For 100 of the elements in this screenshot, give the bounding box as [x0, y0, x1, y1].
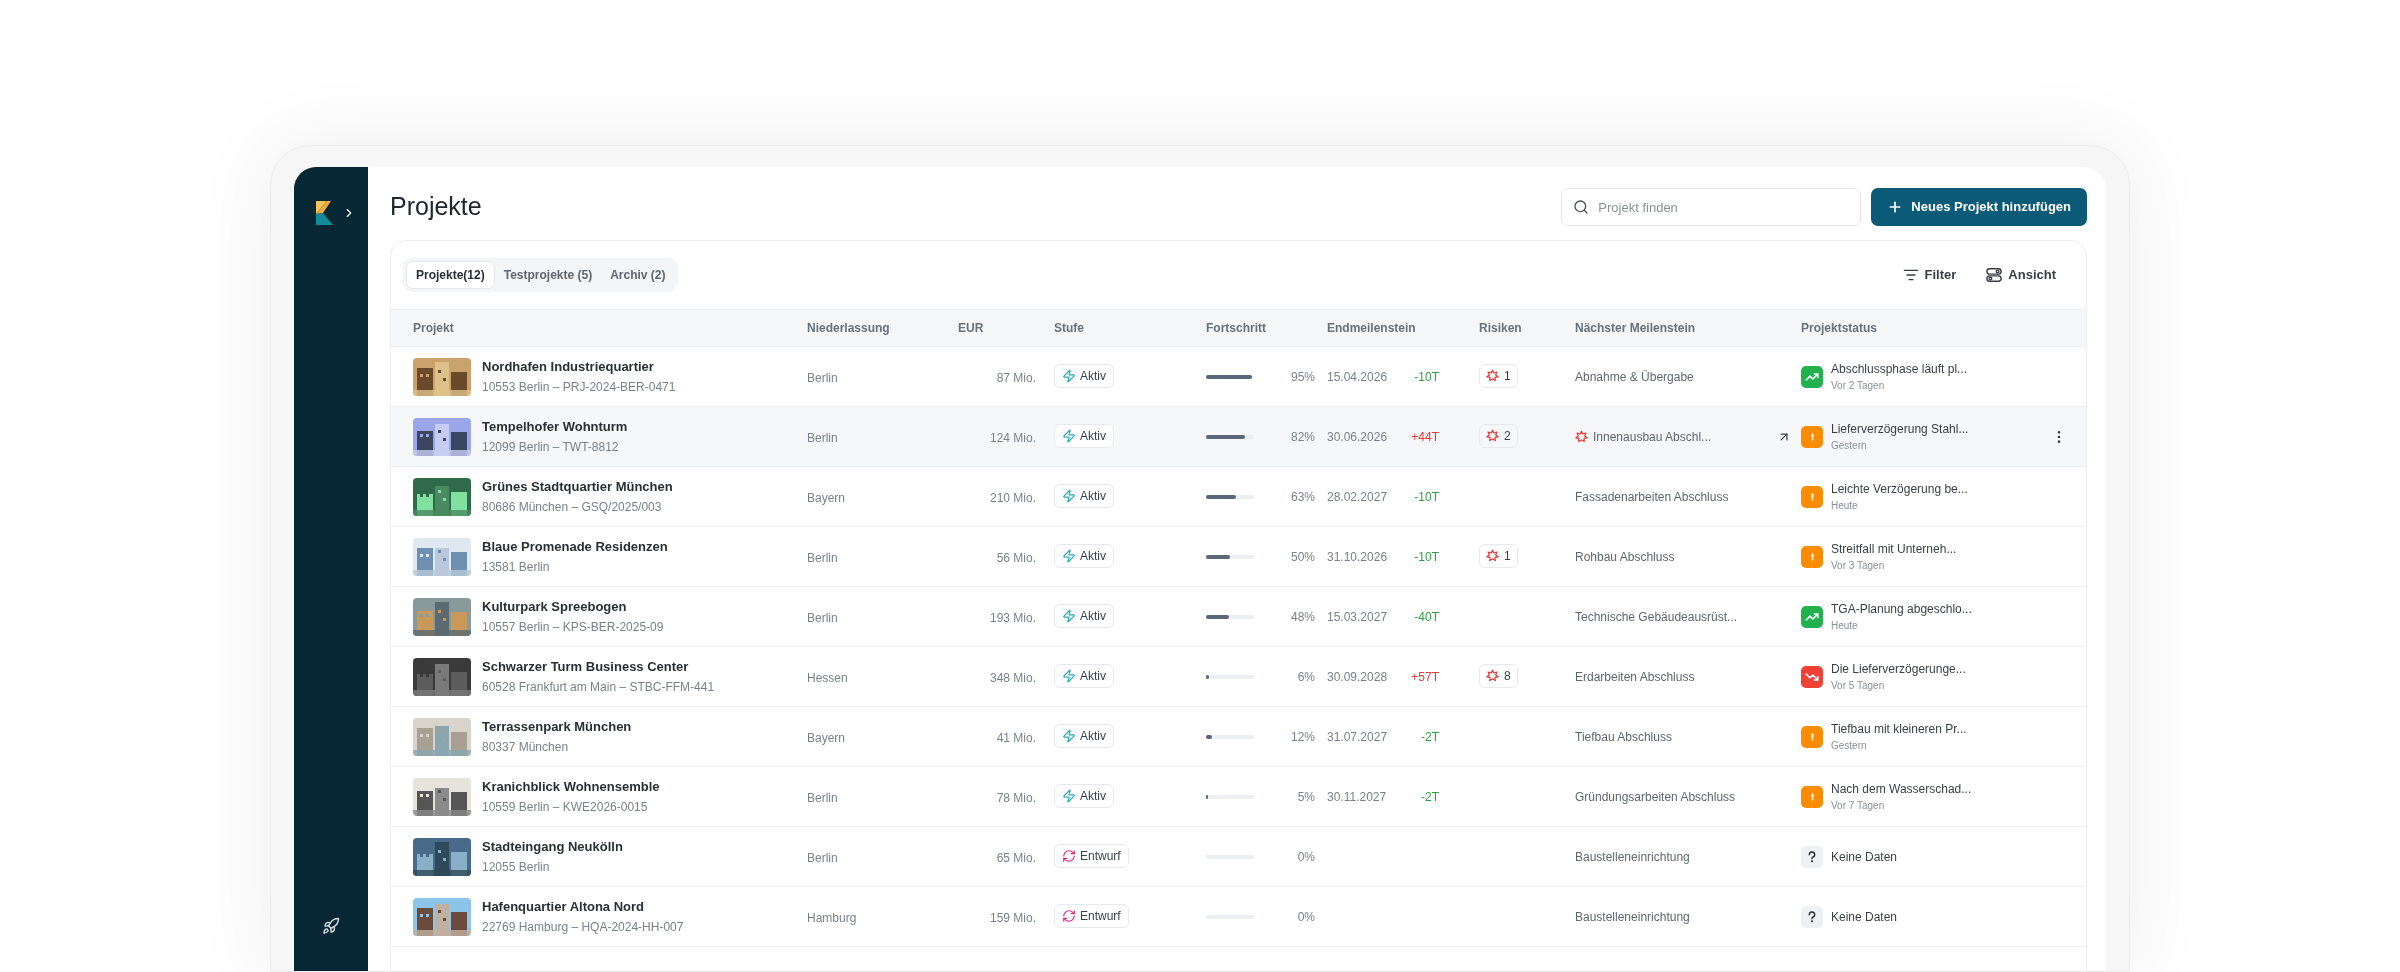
burst-icon: [1486, 669, 1499, 683]
progress-reading: 0%: [1297, 848, 1316, 866]
trend-up-icon: [1801, 605, 1823, 628]
project-subtitle: 10559 Berlin – KWE2026-0015: [482, 799, 649, 817]
delay-value: -40T: [1414, 608, 1439, 626]
page-title: Projekte: [390, 191, 482, 223]
column-header[interactable]: Fortschritt: [1206, 321, 1266, 335]
project-subtitle: 80337 München: [482, 739, 570, 757]
project-subtitle: 12099 Berlin – TWT-8812: [482, 439, 620, 457]
delay-value: +44T: [1411, 428, 1439, 446]
tab[interactable]: Testprojekte (5): [494, 261, 602, 289]
table-cell: Berlin: [807, 790, 838, 805]
table-cell-text: Fassadenarbeiten Abschluss: [1575, 488, 1729, 506]
table-cell: 159 Mio.: [989, 910, 1036, 925]
status-text: Nach dem Wasserschad...: [1831, 781, 1972, 798]
add-project-button[interactable]: Neues Projekt hinzufügen: [1871, 188, 2087, 226]
table-cell-text: Baustelleneinrichtung: [1575, 848, 1690, 866]
project-subtitle: 22769 Hamburg – HQA-2024-HH-007: [482, 919, 684, 937]
risk-badge: 1: [1479, 543, 1518, 568]
table-cell: 124 Mio.: [989, 430, 1036, 445]
table-cell: 65 Mio.: [996, 850, 1036, 865]
status-time: Gestern: [1831, 739, 1868, 753]
risk-badge: 1: [1479, 363, 1518, 388]
burst-icon: [1486, 549, 1499, 563]
column-header[interactable]: Projekt: [413, 321, 454, 335]
column-header[interactable]: Risiken: [1479, 321, 1522, 335]
progress-reading: 12%: [1290, 728, 1316, 746]
column-header[interactable]: Nächster Meilenstein: [1575, 321, 1696, 335]
project-name[interactable]: Nordhafen Industriequartier: [482, 356, 676, 377]
question-icon: [1801, 905, 1823, 928]
table-cell-text: 31.10.2026: [1327, 548, 1388, 566]
progress-reading: 5%: [1297, 788, 1316, 806]
stage-badge: Aktiv: [1054, 723, 1114, 748]
table-cell: 78 Mio.: [996, 790, 1036, 805]
filter-button[interactable]: Filter: [1902, 265, 1957, 285]
delay-value: -10T: [1414, 488, 1439, 506]
table-cell-text: 15.03.2027: [1327, 608, 1388, 626]
question-icon: [1801, 845, 1823, 868]
status-time: Gestern: [1831, 439, 1868, 453]
project-subtitle: 10553 Berlin – PRJ-2024-BER-0471: [482, 379, 676, 397]
rocket-icon[interactable]: [322, 917, 340, 935]
project-subtitle: 10557 Berlin – KPS-BER-2025-09: [482, 619, 664, 637]
table-cell-text: Innenausbau Abschl...: [1593, 428, 1712, 446]
project-name[interactable]: Kulturpark Spreebogen: [482, 596, 664, 617]
view-button[interactable]: Ansicht: [1986, 265, 2056, 285]
progress-reading: 63%: [1290, 488, 1316, 506]
delay-value: -2T: [1421, 788, 1439, 806]
table-cell-text: Rohbau Abschluss: [1575, 548, 1675, 566]
warning-icon: [1801, 785, 1823, 808]
filter-icon: [1902, 267, 1919, 283]
table-cell-text: 30.11.2027: [1327, 788, 1387, 806]
status-text: Tiefbau mit kleineren Pr...: [1831, 721, 1967, 738]
logo-icon: [316, 201, 336, 225]
risk-badge: 8: [1479, 663, 1518, 688]
project-subtitle: 13581 Berlin: [482, 559, 551, 577]
trend-down-icon: [1801, 665, 1823, 688]
project-name[interactable]: Grünes Stadtquartier München: [482, 476, 673, 497]
stage-badge: Aktiv: [1054, 783, 1114, 808]
tab[interactable]: Projekte(12): [406, 261, 495, 289]
project-name[interactable]: Hafenquartier Altona Nord: [482, 896, 684, 917]
column-header[interactable]: Stufe: [1054, 321, 1084, 335]
table-cell: Berlin: [807, 550, 838, 565]
status-time: Vor 5 Tagen: [1831, 679, 1886, 693]
project-name[interactable]: Schwarzer Turm Business Center: [482, 656, 715, 677]
status-time: Heute: [1831, 499, 1859, 513]
toggles-icon: [1986, 267, 2003, 283]
table-cell: Berlin: [807, 430, 838, 445]
column-header[interactable]: Niederlassung: [807, 321, 890, 335]
table-cell: Bayern: [807, 730, 846, 745]
progress-reading: 48%: [1290, 608, 1316, 626]
status-text: Keine Daten: [1831, 908, 1898, 926]
table-cell-text: 30.06.2026: [1327, 428, 1388, 446]
project-name[interactable]: Tempelhofer Wohnturm: [482, 416, 628, 437]
stage-badge: Aktiv: [1054, 423, 1114, 448]
table-cell-text: Gründungsarbeiten Abschluss: [1575, 788, 1736, 806]
burst-icon: [1486, 369, 1499, 383]
progress-reading: 50%: [1290, 548, 1316, 566]
table-cell: Berlin: [807, 850, 838, 865]
column-header[interactable]: Projektstatus: [1801, 321, 1878, 335]
column-header[interactable]: Endmeilenstein: [1327, 321, 1416, 335]
status-time: Vor 3 Tagen: [1831, 559, 1886, 573]
table-cell-text: Abnahme & Übergabe: [1575, 368, 1694, 386]
table-cell: 348 Mio.: [989, 670, 1036, 685]
table-row-highlighted[interactable]: Tempelhofer Wohnturm 12099 Berlin – TWT-8812 Berlin 124 Mio. Aktiv 82% 30.06.2026 +44T 2 Innenausbau Abschl... Lieferverzögerung Stahl... Gestern: [391, 407, 2086, 467]
tab[interactable]: Archiv (2): [601, 261, 675, 289]
project-subtitle: 60528 Frankfurt am Main – STBC-FFM-441: [482, 679, 715, 697]
table-cell: Berlin: [807, 610, 838, 625]
search-field[interactable]: Projekt finden: [1561, 188, 1862, 226]
column-header[interactable]: EUR: [958, 321, 984, 335]
project-name[interactable]: Stadteingang Neukölln: [482, 836, 623, 857]
table-cell: 193 Mio.: [989, 610, 1036, 625]
project-subtitle: 80686 München – GSQ/2025/003: [482, 499, 663, 517]
table-cell-text: Technische Gebäudeausrüst...: [1575, 608, 1738, 626]
project-name[interactable]: Kranichblick Wohnensemble: [482, 776, 660, 797]
project-name[interactable]: Blaue Promenade Residenzen: [482, 536, 668, 557]
status-text: TGA-Planung abgeschlo...: [1831, 601, 1972, 618]
table-cell: 41 Mio.: [996, 730, 1036, 745]
project-name[interactable]: Terrassenpark München: [482, 716, 632, 737]
table-cell: 210 Mio.: [989, 490, 1036, 505]
progress-reading: 82%: [1290, 428, 1316, 446]
